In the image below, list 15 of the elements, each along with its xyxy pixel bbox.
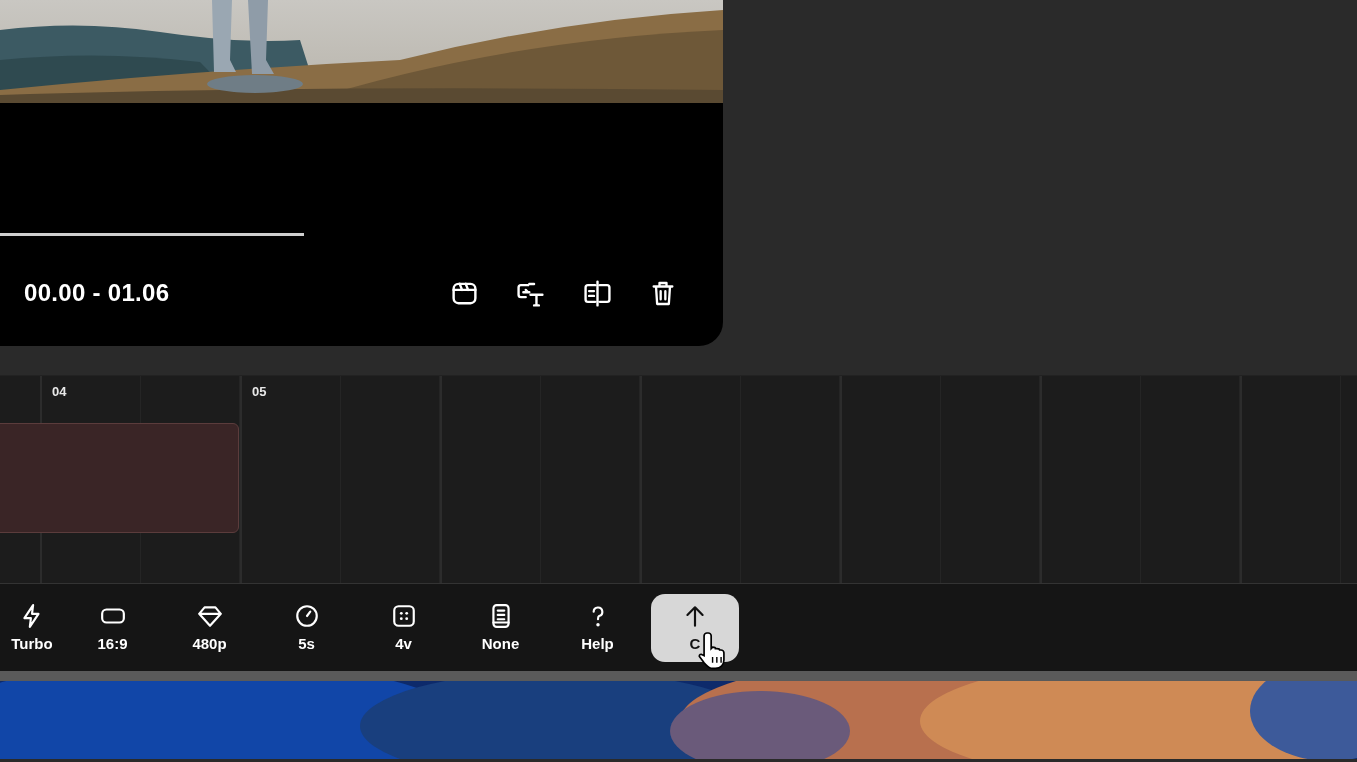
toolbar-button[interactable]: 480p [161,593,258,662]
toolbar-button[interactable]: 5s [258,593,355,662]
video-clip[interactable] [0,423,239,533]
split-icon[interactable] [582,278,613,308]
diamond-icon [196,603,223,629]
timer-icon [293,603,320,629]
time-range: 00.00 - 01.06 [24,279,171,307]
ruler-label: 04 [51,383,68,399]
toolbar-button[interactable]: None [452,593,549,662]
toolbar-button[interactable]: Help [549,593,646,662]
toolbar-button[interactable]: 16:9 [64,593,161,662]
toolbar-button[interactable]: Turbo [0,593,64,662]
toolbar-button[interactable]: 4v [355,593,452,662]
ruler-label: 05 [251,383,268,399]
grid-icon [390,603,417,629]
